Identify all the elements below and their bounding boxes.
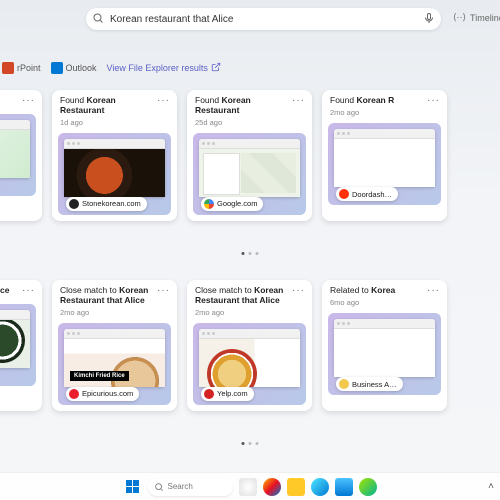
result-card[interactable]: Found Korean Restaurant··· 1d ago Stonekor… xyxy=(52,90,177,221)
taskbar-app-4[interactable] xyxy=(311,478,329,496)
result-card[interactable]: Close match to Korean Restaurant that Al… xyxy=(187,280,312,411)
card-more-icon[interactable]: ··· xyxy=(157,96,169,106)
card-title: ce xyxy=(0,286,9,296)
result-card[interactable]: Close match to Korean Restaurant that Al… xyxy=(52,280,177,411)
search-bar[interactable] xyxy=(86,8,441,30)
card-age: 1d ago xyxy=(52,118,177,131)
card-thumbnail: Google.com xyxy=(193,133,306,215)
card-title: Related to Korea xyxy=(330,286,395,296)
chevron-up-icon[interactable]: ˄ xyxy=(488,481,494,492)
system-tray[interactable]: ˄ xyxy=(488,481,494,492)
filter-label: Outlook xyxy=(66,63,97,73)
microphone-icon[interactable] xyxy=(423,12,435,27)
card-age xyxy=(0,108,42,112)
source-label: Business A… xyxy=(352,380,397,389)
source-favicon xyxy=(204,199,214,209)
pagination-dots-row-1[interactable] xyxy=(242,252,259,255)
source-favicon xyxy=(204,389,214,399)
pagination-dots-row-2[interactable] xyxy=(242,442,259,445)
source-label: Google.com xyxy=(217,199,257,208)
results-row-2: ce···Close match to Korean Restaurant th… xyxy=(0,280,447,411)
source-chip[interactable]: Stonekorean.com xyxy=(66,197,147,211)
filter-label: rPoint xyxy=(17,63,41,73)
search-icon xyxy=(154,482,164,492)
source-chip[interactable]: Yelp.com xyxy=(201,387,254,401)
card-age: 6mo ago xyxy=(322,298,447,311)
card-more-icon[interactable]: ··· xyxy=(292,96,304,106)
source-chip[interactable]: Epicurious.com xyxy=(66,387,139,401)
card-age: 25d ago xyxy=(187,118,312,131)
card-more-icon[interactable]: ··· xyxy=(427,96,439,106)
source-chip[interactable]: Google.com xyxy=(201,197,263,211)
result-card[interactable]: ··· xyxy=(0,90,42,221)
card-thumbnail: Doordash… xyxy=(328,123,441,205)
card-more-icon[interactable]: ··· xyxy=(292,286,304,296)
powerpoint-icon xyxy=(2,62,14,74)
taskbar-search[interactable]: Search xyxy=(148,478,233,496)
card-thumbnail: Kimchi Fried Rice Epicurious.com xyxy=(58,323,171,405)
card-title: Found Korean R xyxy=(330,96,394,106)
source-label: Doordash… xyxy=(352,190,392,199)
result-card[interactable]: Found Korean Restaurant··· 25d ago Google.… xyxy=(187,90,312,221)
external-link-icon xyxy=(211,62,221,74)
source-chip[interactable]: Business A… xyxy=(336,377,403,391)
card-title: Found Korean Restaurant xyxy=(195,96,292,116)
source-label: Yelp.com xyxy=(217,389,248,398)
card-thumbnail: Business A… xyxy=(328,313,441,395)
card-more-icon[interactable]: ··· xyxy=(157,286,169,296)
taskbar: Search ˄ xyxy=(0,472,500,500)
card-thumbnail: Yelp.com xyxy=(193,323,306,405)
result-card[interactable]: ce ··· xyxy=(0,280,42,411)
card-age xyxy=(0,298,42,302)
search-icon xyxy=(92,12,104,27)
search-input[interactable] xyxy=(104,14,423,25)
filter-row: rPoint Outlook View File Explorer result… xyxy=(0,62,221,74)
taskbar-app-6[interactable] xyxy=(359,478,377,496)
card-thumbnail xyxy=(0,114,36,196)
source-favicon xyxy=(339,379,349,389)
results-row-1: ···Found Korean Restaurant···1d agoStone… xyxy=(0,90,447,221)
taskbar-app-5[interactable] xyxy=(335,478,353,496)
card-thumbnail xyxy=(0,304,36,386)
link-label: View File Explorer results xyxy=(107,63,208,73)
source-favicon xyxy=(339,189,349,199)
source-label: Stonekorean.com xyxy=(82,199,141,208)
source-chip[interactable]: Doordash… xyxy=(336,187,398,201)
thumb-overlay-text: Kimchi Fried Rice xyxy=(70,371,129,381)
source-favicon xyxy=(69,389,79,399)
taskbar-app-3[interactable] xyxy=(287,478,305,496)
filter-powerpoint[interactable]: rPoint xyxy=(2,62,41,74)
taskbar-app-2[interactable] xyxy=(263,478,281,496)
card-more-icon[interactable]: ··· xyxy=(22,96,34,106)
card-more-icon[interactable]: ··· xyxy=(22,286,34,296)
card-age: 2mo ago xyxy=(52,308,177,321)
card-title: Close match to Korean Restaurant that Al… xyxy=(60,286,157,306)
outlook-icon xyxy=(51,62,63,74)
timeline-icon: ⟨··⟩ xyxy=(453,12,466,23)
result-card[interactable]: Found Korean R ··· 2mo ago Doordash… xyxy=(322,90,447,221)
timeline-label: Timeline xyxy=(470,13,500,23)
card-thumbnail: Stonekorean.com xyxy=(58,133,171,215)
windows-icon xyxy=(126,480,139,493)
start-button[interactable] xyxy=(124,478,142,496)
file-explorer-link[interactable]: View File Explorer results xyxy=(107,62,221,74)
taskbar-app-1[interactable] xyxy=(239,478,257,496)
source-label: Epicurious.com xyxy=(82,389,133,398)
card-more-icon[interactable]: ··· xyxy=(427,286,439,296)
card-title: Close match to Korean Restaurant that Al… xyxy=(195,286,292,306)
filter-outlook[interactable]: Outlook xyxy=(51,62,97,74)
source-favicon xyxy=(69,199,79,209)
taskbar-search-label: Search xyxy=(168,482,193,491)
card-age: 2mo ago xyxy=(322,108,447,121)
result-card[interactable]: Related to Korea ··· 6mo ago Business A… xyxy=(322,280,447,411)
timeline-button[interactable]: ⟨··⟩ Timeline xyxy=(453,12,500,23)
card-age: 2mo ago xyxy=(187,308,312,321)
card-title: Found Korean Restaurant xyxy=(60,96,157,116)
